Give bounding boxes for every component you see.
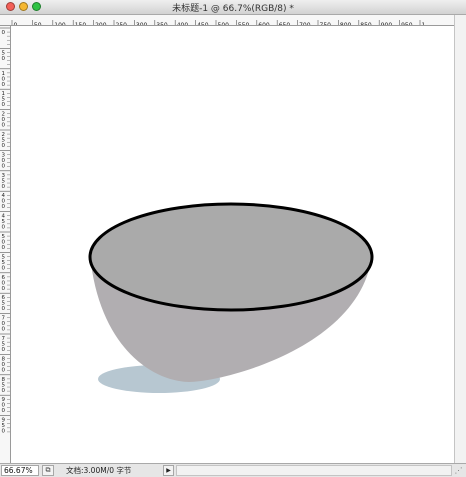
- document-canvas[interactable]: [11, 26, 454, 463]
- vertical-ruler[interactable]: 0 50 100 150 200 250 300 350 400 450 500 550 600 650 7…: [0, 26, 11, 463]
- ruler-label: 400: [2, 193, 6, 210]
- ruler-label: 750: [2, 336, 6, 353]
- zoom-level-field[interactable]: 66.67%: [1, 465, 39, 476]
- horizontal-scrollbar[interactable]: [176, 465, 452, 476]
- title-bar[interactable]: 未标题-1 @ 66.7%(RGB/8) *: [0, 0, 466, 15]
- ruler-label: 350: [2, 173, 6, 190]
- resize-grip-icon[interactable]: ⋰: [453, 466, 464, 476]
- photoshop-document-window: 未标题-1 @ 66.7%(RGB/8) * 0 50 100 150 200 250 30…: [0, 0, 466, 477]
- ruler-label: 450: [2, 214, 6, 231]
- ruler-label: 0: [2, 30, 6, 36]
- ruler-label: 150: [2, 91, 6, 108]
- ruler-label: 700: [2, 316, 6, 333]
- ruler-label: 650: [2, 295, 6, 312]
- status-menu-arrow-icon[interactable]: ▶: [163, 465, 174, 476]
- ruler-label: 200: [2, 112, 6, 129]
- ruler-label: 800: [2, 356, 6, 373]
- window-title: 未标题-1 @ 66.7%(RGB/8) *: [172, 4, 294, 14]
- status-bar: 66.67% ⧉ 文档:3.00M/0 字节 ▶ ⋰: [0, 463, 466, 477]
- status-toggle-icon[interactable]: ⧉: [42, 465, 54, 476]
- bowl-illustration: [88, 202, 374, 393]
- bowl-inner-surface: [88, 202, 374, 312]
- ruler-label: 250: [2, 132, 6, 149]
- vertical-scrollbar[interactable]: [454, 15, 466, 463]
- ruler-label: 600: [2, 275, 6, 292]
- document-size-info: 文档:3.00M/0 字节: [66, 466, 132, 475]
- ruler-label: 50: [2, 50, 6, 62]
- ruler-label: 300: [2, 152, 6, 169]
- ruler-label: 950: [2, 418, 6, 435]
- vertical-ruler-ticks: 0 5 0 1 0 0 1 5 0 2 0 0 2 5 0 3 0 0 3 5 0 4 0 0 4 5 0 5 0 0 5 5 0 6 0 0 6 5 0 7…: [0, 27, 10, 435]
- ruler-label: 100: [2, 71, 6, 88]
- ruler-label: 550: [2, 254, 6, 271]
- ruler-label: 900: [2, 397, 6, 414]
- ruler-label: 500: [2, 234, 6, 251]
- ruler-label: 850: [2, 377, 6, 394]
- horizontal-ruler[interactable]: 0 50 100 150 200 250 300 350 400 450 500 550 600 650 7…: [10, 15, 454, 26]
